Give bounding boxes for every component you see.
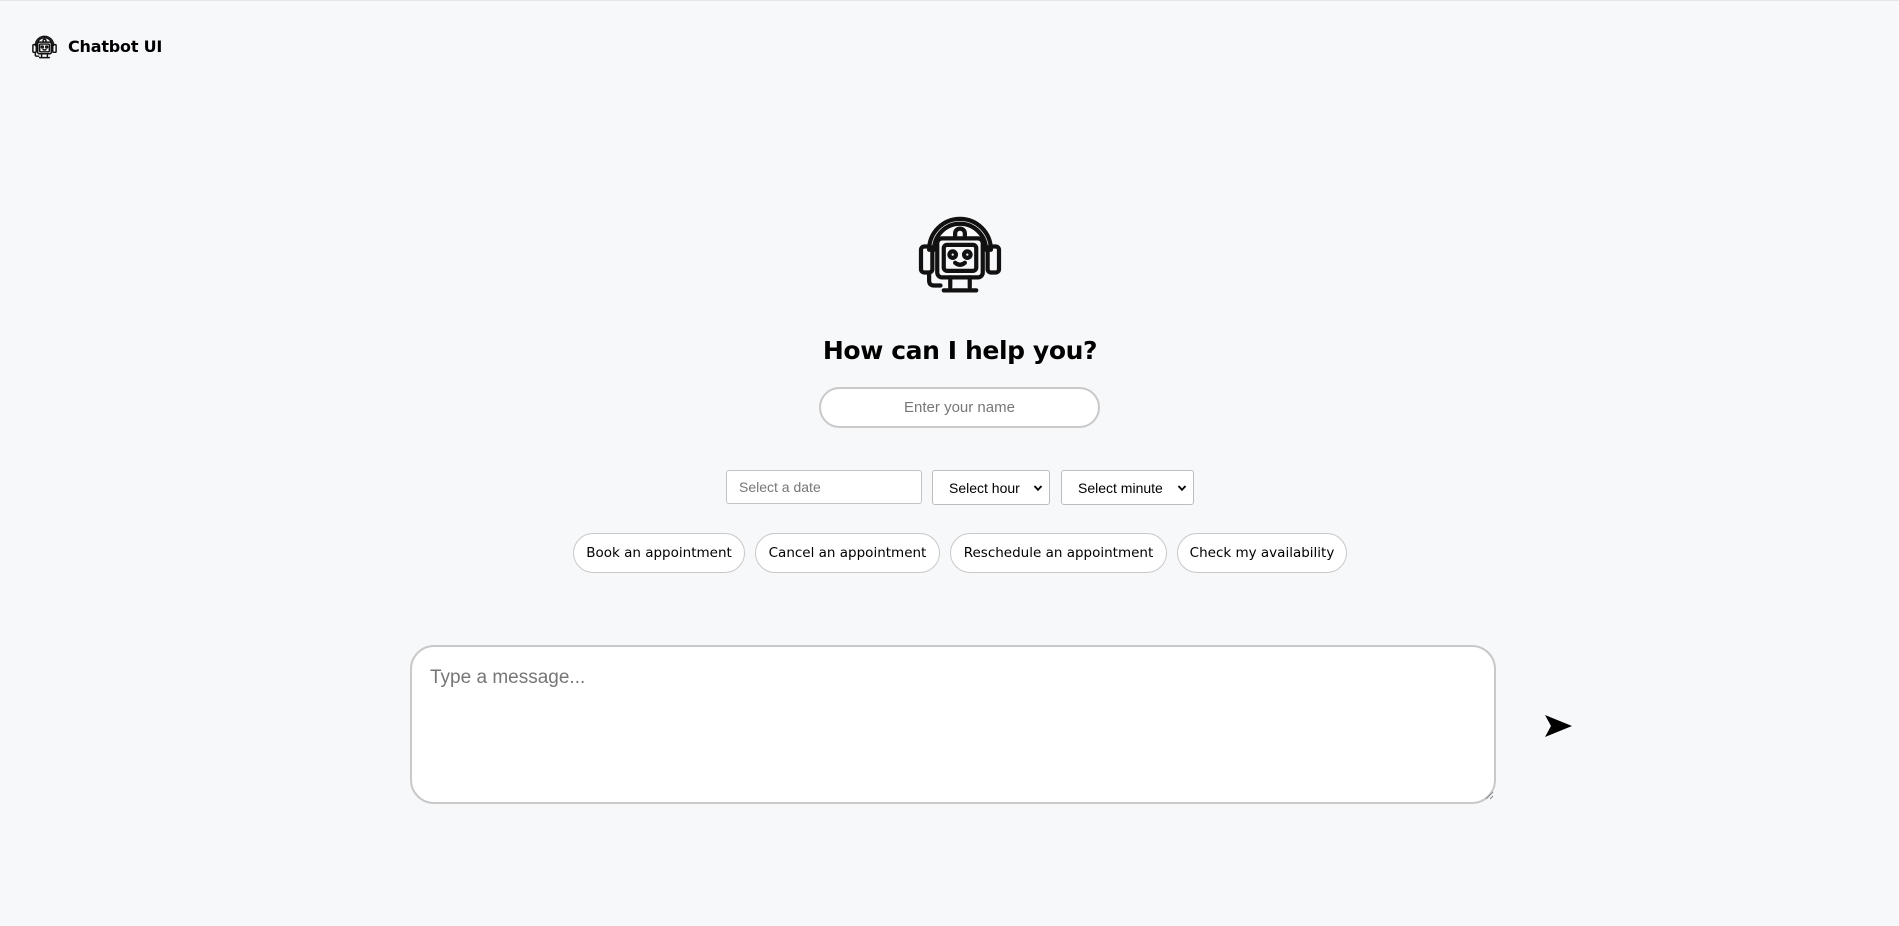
app-title: Chatbot UI bbox=[68, 37, 163, 56]
chevron-down-icon bbox=[1033, 484, 1043, 491]
check-availability-button[interactable]: Check my availability bbox=[1177, 533, 1347, 573]
hour-select-label: Select hour bbox=[949, 479, 1020, 496]
top-divider bbox=[0, 0, 1899, 1]
minute-select[interactable]: Select minute bbox=[1061, 470, 1194, 505]
robot-headset-icon bbox=[32, 35, 57, 59]
hour-select[interactable]: Select hour bbox=[932, 470, 1050, 505]
robot-headset-icon bbox=[918, 216, 1002, 293]
name-input[interactable] bbox=[819, 387, 1100, 428]
chevron-down-icon bbox=[1177, 484, 1187, 491]
cancel-appointment-button[interactable]: Cancel an appointment bbox=[755, 533, 940, 573]
resize-handle-icon[interactable] bbox=[1484, 790, 1494, 800]
message-input[interactable] bbox=[410, 645, 1496, 804]
brand: Chatbot UI bbox=[29, 31, 162, 62]
minute-select-label: Select minute bbox=[1078, 479, 1163, 496]
book-appointment-button[interactable]: Book an appointment bbox=[573, 533, 745, 573]
send-arrow-icon[interactable] bbox=[1544, 713, 1573, 739]
page-title: How can I help you? bbox=[822, 336, 1098, 365]
date-input[interactable] bbox=[726, 470, 922, 504]
reschedule-appointment-button[interactable]: Reschedule an appointment bbox=[950, 533, 1167, 573]
